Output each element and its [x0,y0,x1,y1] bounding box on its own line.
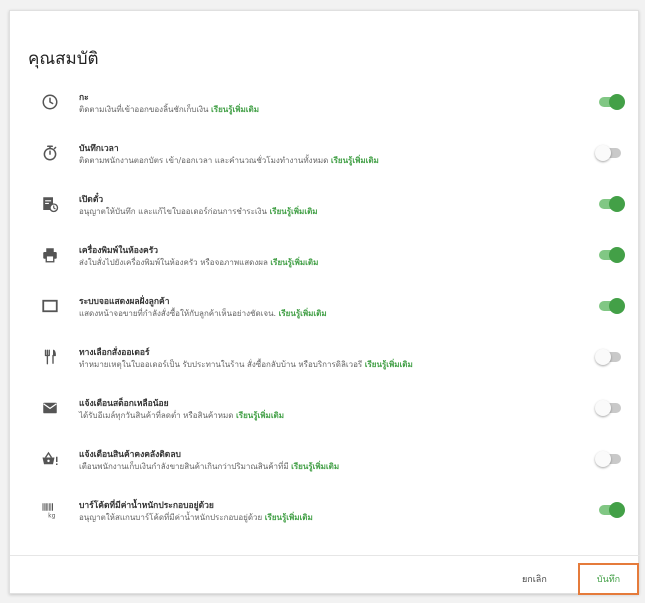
feature-description-text: ติดตามพนักงานตอกบัตร เข้า/ออกเวลา และคำน… [79,156,329,165]
feature-row: ทางเลือกสั่งออเดอร์ทำหมายเหตุในใบออเดอร์… [10,345,640,397]
stopwatch-icon [40,143,60,163]
toggle-thumb [595,145,611,161]
feature-toggle[interactable] [595,400,621,416]
feature-name: บันทึกเวลา [79,144,119,154]
feature-description: ได้รับอีเมล์ทุกวันสินค้าที่ลดต่ำ หรือสิน… [79,409,284,422]
feature-description-text: ติดตามเงินที่เข้าออกของลิ้นชักเก็บเงิน [79,105,209,114]
feature-row: บันทึกเวลาติดตามพนักงานตอกบัตร เข้า/ออกเ… [10,141,640,193]
learn-more-link[interactable]: เรียนรู้เพิ่มเติม [270,207,318,216]
feature-toggle[interactable] [595,145,621,161]
feature-name: แจ้งเตือนสินค้าคงคลังติดลบ [79,450,181,460]
feature-description: เตือนพนักงานเก็บเงินกำลังขายสินค้าเกินกว… [79,460,339,473]
feature-toggle[interactable] [595,349,621,365]
learn-more-link[interactable]: เรียนรู้เพิ่มเติม [279,309,327,318]
feature-name: บาร์โค้ดที่มีค่าน้ำหนักประกอบอยู่ด้วย [79,501,214,511]
feature-row: เครื่องพิมพ์ในห้องครัวส่งใบสั่งไปยังเครื… [10,243,640,295]
feature-row: ระบบจอแสดงผลฝั่งลูกค้าแสดงหน้าจอขายที่กำ… [10,294,640,346]
feature-description: ติดตามพนักงานตอกบัตร เข้า/ออกเวลา และคำน… [79,154,379,167]
feature-description-text: แสดงหน้าจอขายที่กำลังสั่งซื้อให้กับลูกค้… [79,309,277,318]
feature-toggle[interactable] [595,94,625,110]
toggle-thumb [609,298,625,314]
printer-icon [40,245,60,265]
feature-description-text: อนุญาตให้สแกนบาร์โค้ดที่มีค่าน้ำหนักประก… [79,513,263,522]
feature-description: อนุญาตให้บันทึก และแก้ไขใบออเดอร์ก่อนการ… [79,205,318,218]
toggle-thumb [609,196,625,212]
feature-row: เปิดตั๋วอนุญาตให้บันทึก และแก้ไขใบออเดอร… [10,192,640,244]
feature-toggle[interactable] [595,247,625,263]
display-icon [40,296,60,316]
feature-toggle[interactable] [595,196,625,212]
dialog-title: คุณสมบัติ [28,49,99,69]
feature-row: kg บาร์โค้ดที่มีค่าน้ำหนักประกอบอยู่ด้วยอ… [10,498,640,550]
clock-icon [40,92,60,112]
toggle-thumb [595,400,611,416]
feature-description: แสดงหน้าจอขายที่กำลังสั่งซื้อให้กับลูกค้… [79,307,327,320]
feature-description: ส่งใบสั่งไปยังเครื่องพิมพ์ในห้องครัว หรื… [79,256,318,269]
feature-name: ทางเลือกสั่งออเดอร์ [79,348,150,358]
toggle-thumb [609,247,625,263]
feature-description: อนุญาตให้สแกนบาร์โค้ดที่มีค่าน้ำหนักประก… [79,511,313,524]
feature-row: กะ ติดตามเงินที่เข้าออกของลิ้นชักเก็บเงิน… [10,90,640,142]
toggle-thumb [595,451,611,467]
learn-more-link[interactable]: เรียนรู้เพิ่มเติม [236,411,284,420]
feature-name: แจ้งเตือนสต็อกเหลือน้อย [79,399,169,409]
svg-text:kg: kg [48,513,55,520]
feature-description: ติดตามเงินที่เข้าออกของลิ้นชักเก็บเงิน เ… [79,103,259,116]
features-dialog: คุณสมบัติ กะ ติดตามเงินที่เข้าออกของลิ้นช… [9,10,640,595]
feature-toggle[interactable] [595,502,625,518]
open-ticket-icon [40,194,60,214]
feature-description: ทำหมายเหตุในใบออเดอร์เป็น รับประทานในร้า… [79,358,413,371]
envelope-icon [40,398,60,418]
barcode-kg-icon: kg [40,500,60,520]
save-button[interactable]: บันทึก [578,563,639,595]
feature-description-text: เตือนพนักงานเก็บเงินกำลังขายสินค้าเกินกว… [79,462,289,471]
fork-knife-icon [40,347,60,367]
feature-description-text: ทำหมายเหตุในใบออเดอร์เป็น รับประทานในร้า… [79,360,363,369]
toggle-thumb [595,349,611,365]
learn-more-link[interactable]: เรียนรู้เพิ่มเติม [291,462,339,471]
feature-name: เปิดตั๋ว [79,195,104,205]
basket-alert-icon [40,449,60,469]
toggle-thumb [609,94,625,110]
cancel-button[interactable]: ยกเลิก [522,572,547,586]
feature-toggle[interactable] [595,298,625,314]
feature-name: ระบบจอแสดงผลฝั่งลูกค้า [79,297,170,307]
feature-description-text: อนุญาตให้บันทึก และแก้ไขใบออเดอร์ก่อนการ… [79,207,268,216]
learn-more-link[interactable]: เรียนรู้เพิ่มเติม [365,360,413,369]
feature-name: กะ [79,93,89,103]
footer-divider [10,555,640,556]
feature-name: เครื่องพิมพ์ในห้องครัว [79,246,159,256]
learn-more-link[interactable]: เรียนรู้เพิ่มเติม [331,156,379,165]
feature-description-text: ได้รับอีเมล์ทุกวันสินค้าที่ลดต่ำ หรือสิน… [79,411,234,420]
learn-more-link[interactable]: เรียนรู้เพิ่มเติม [211,105,259,114]
learn-more-link[interactable]: เรียนรู้เพิ่มเติม [265,513,313,522]
feature-description-text: ส่งใบสั่งไปยังเครื่องพิมพ์ในห้องครัว หรื… [79,258,268,267]
toggle-thumb [609,502,625,518]
feature-row: แจ้งเตือนสินค้าคงคลังติดลบเตือนพนักงานเก… [10,447,640,499]
feature-toggle[interactable] [595,451,621,467]
learn-more-link[interactable]: เรียนรู้เพิ่มเติม [270,258,318,267]
feature-row: แจ้งเตือนสต็อกเหลือน้อยได้รับอีเมล์ทุกวั… [10,396,640,448]
